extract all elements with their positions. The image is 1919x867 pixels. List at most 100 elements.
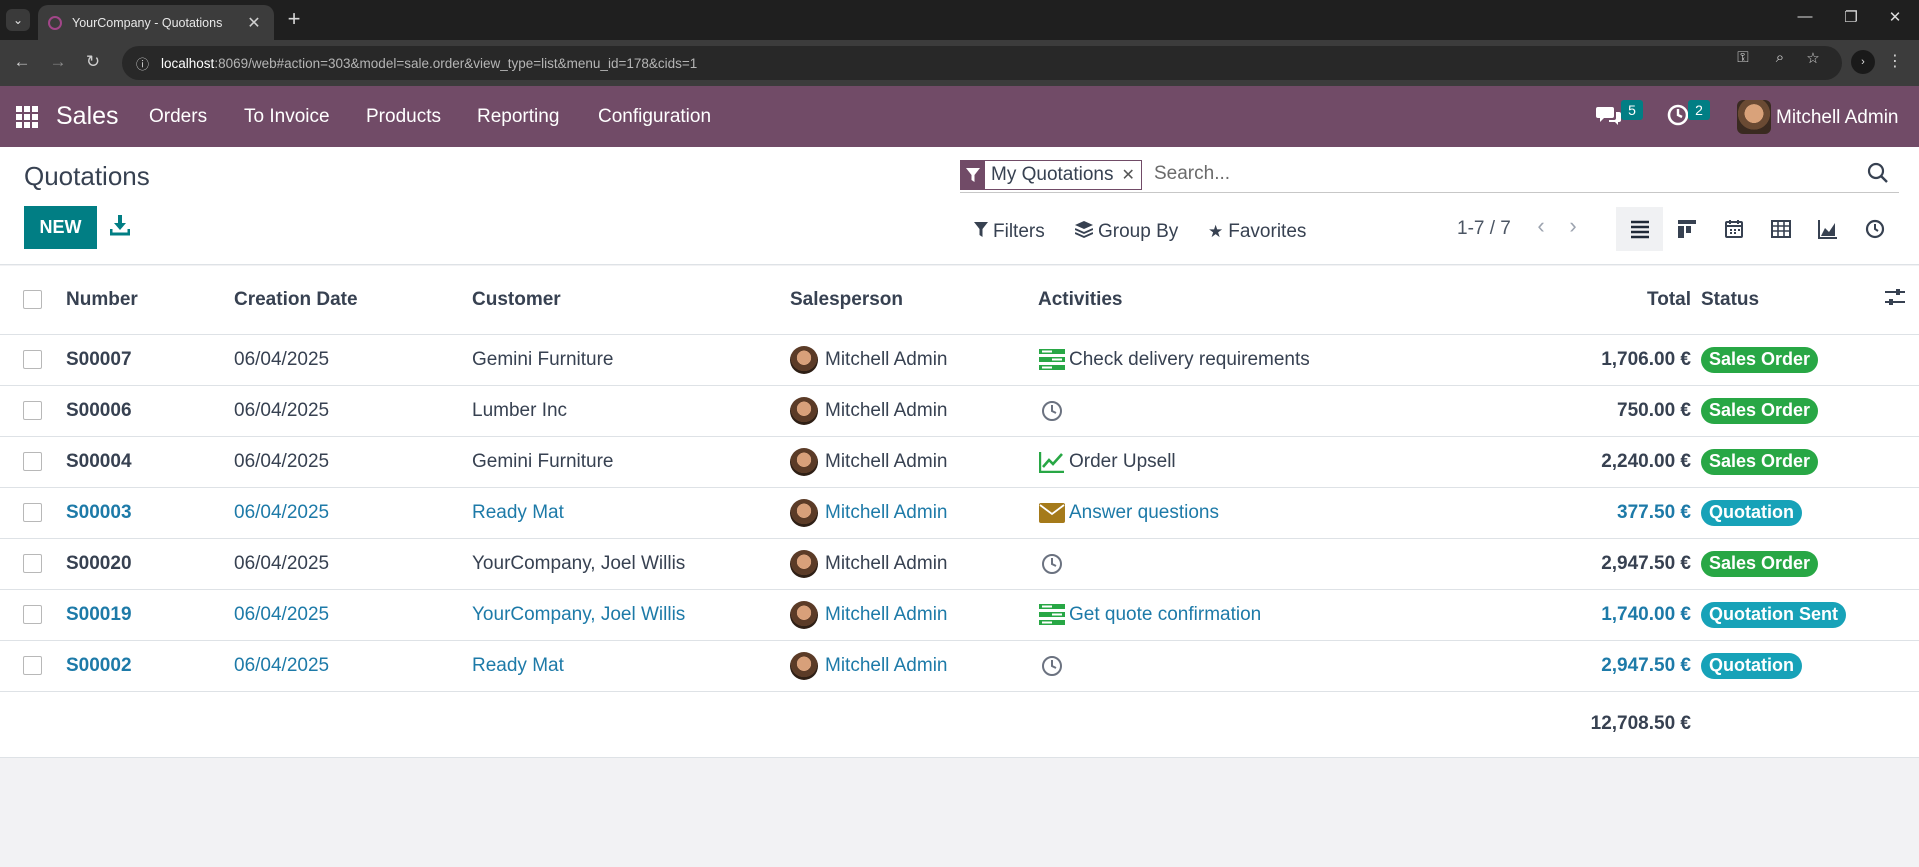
cell-salesperson[interactable]: Mitchell Admin <box>790 651 1038 680</box>
call-todo-icon[interactable] <box>1038 603 1066 627</box>
user-name[interactable]: Mitchell Admin <box>1776 107 1899 129</box>
clock-icon[interactable] <box>1038 399 1066 423</box>
graph-view-icon[interactable] <box>1804 207 1851 251</box>
upsell-chart-icon[interactable] <box>1038 450 1066 474</box>
table-row[interactable]: S00019 06/04/2025 YourCompany, Joel Willis… <box>0 589 1919 641</box>
list-view-icon[interactable] <box>1616 207 1663 251</box>
cell-number[interactable]: S00004 <box>66 436 234 488</box>
cell-salesperson[interactable]: Mitchell Admin <box>790 345 1038 374</box>
window-close-icon[interactable]: ✕ <box>1883 8 1907 26</box>
col-status[interactable]: Status <box>1701 266 1859 335</box>
zoom-icon[interactable]: ⌕ <box>1770 49 1790 66</box>
cell-salesperson[interactable]: Mitchell Admin <box>790 447 1038 476</box>
optional-columns-toggle[interactable] <box>1859 266 1919 335</box>
page-title[interactable]: Quotations <box>24 161 150 192</box>
bookmark-star-icon[interactable]: ☆ <box>1803 49 1823 67</box>
cell-number[interactable]: S00006 <box>66 385 234 437</box>
cell-number[interactable]: S00019 <box>66 589 234 641</box>
cell-creation-date[interactable]: 06/04/2025 <box>234 334 472 386</box>
cell-total[interactable]: 750.00 € <box>1438 385 1701 437</box>
cell-total[interactable]: 2,947.50 € <box>1438 640 1701 692</box>
envelope-icon[interactable] <box>1038 501 1066 525</box>
row-checkbox[interactable] <box>23 605 42 624</box>
cell-creation-date[interactable]: 06/04/2025 <box>234 640 472 692</box>
row-checkbox[interactable] <box>23 503 42 522</box>
menu-to-invoice[interactable]: To Invoice <box>244 106 330 128</box>
activities-button[interactable] <box>1667 104 1689 131</box>
reload-icon[interactable]: ↻ <box>82 52 104 72</box>
cell-creation-date[interactable]: 06/04/2025 <box>234 436 472 488</box>
cell-activity[interactable]: Get quote confirmation <box>1038 603 1438 627</box>
col-number[interactable]: Number <box>66 266 234 335</box>
browser-tab[interactable]: YourCompany - Quotations ✕ <box>38 5 274 40</box>
user-avatar[interactable] <box>1737 100 1771 134</box>
col-customer[interactable]: Customer <box>472 266 790 335</box>
password-key-icon[interactable]: ⚿ <box>1733 49 1753 66</box>
groupby-toggle[interactable]: Group By <box>1074 221 1178 243</box>
call-todo-icon[interactable] <box>1038 348 1066 372</box>
col-creation-date[interactable]: Creation Date <box>234 266 472 335</box>
forward-icon[interactable]: → <box>47 52 69 72</box>
pager-next-icon[interactable]: › <box>1563 213 1583 239</box>
restore-icon[interactable]: ❐ <box>1839 8 1863 26</box>
kanban-view-icon[interactable] <box>1663 207 1710 251</box>
col-salesperson[interactable]: Salesperson <box>790 266 1038 335</box>
table-row[interactable]: S00007 06/04/2025 Gemini Furniture Mitchell… <box>0 334 1919 386</box>
messaging-button[interactable] <box>1596 104 1622 133</box>
cell-customer[interactable]: Ready Mat <box>472 640 790 692</box>
cell-activity[interactable] <box>1038 399 1438 423</box>
download-icon[interactable] <box>109 214 132 238</box>
minimize-icon[interactable]: — <box>1793 8 1817 25</box>
menu-configuration[interactable]: Configuration <box>598 106 711 128</box>
filters-toggle[interactable]: Filters <box>974 221 1045 243</box>
cell-activity[interactable] <box>1038 552 1438 576</box>
cell-customer[interactable]: Ready Mat <box>472 487 790 539</box>
cell-customer[interactable]: YourCompany, Joel Willis <box>472 538 790 590</box>
cell-salesperson[interactable]: Mitchell Admin <box>790 498 1038 527</box>
cell-creation-date[interactable]: 06/04/2025 <box>234 589 472 641</box>
table-row[interactable]: S00003 06/04/2025 Ready Mat Mitchell Admin A… <box>0 487 1919 539</box>
pager-value[interactable]: 1-7 / 7 <box>1457 218 1511 240</box>
table-row[interactable]: S00020 06/04/2025 YourCompany, Joel Willis… <box>0 538 1919 590</box>
table-row[interactable]: S00006 06/04/2025 Lumber Inc Mitchell Admin… <box>0 385 1919 437</box>
row-checkbox[interactable] <box>23 554 42 573</box>
cell-activity[interactable]: Check delivery requirements <box>1038 348 1438 372</box>
cell-total[interactable]: 1,740.00 € <box>1438 589 1701 641</box>
clock-icon[interactable] <box>1038 654 1066 678</box>
select-all-checkbox[interactable] <box>23 290 42 310</box>
cell-customer[interactable]: Gemini Furniture <box>472 436 790 488</box>
cell-number[interactable]: S00007 <box>66 334 234 386</box>
menu-orders[interactable]: Orders <box>149 106 207 128</box>
new-tab-button[interactable]: + <box>282 8 306 32</box>
row-checkbox[interactable] <box>23 401 42 420</box>
cell-activity[interactable] <box>1038 654 1438 678</box>
favorites-toggle[interactable]: ★ Favorites <box>1208 221 1306 243</box>
cell-customer[interactable]: Gemini Furniture <box>472 334 790 386</box>
search-icon[interactable] <box>1867 162 1889 184</box>
cell-salesperson[interactable]: Mitchell Admin <box>790 549 1038 578</box>
cell-customer[interactable]: Lumber Inc <box>472 385 790 437</box>
tab-close-icon[interactable]: ✕ <box>244 13 264 33</box>
clock-icon[interactable] <box>1038 552 1066 576</box>
row-checkbox[interactable] <box>23 350 42 369</box>
cell-salesperson[interactable]: Mitchell Admin <box>790 396 1038 425</box>
facet-remove-icon[interactable]: ✕ <box>1119 161 1141 189</box>
address-bar[interactable]: ⓘ localhost:8069/web#action=303&model=sa… <box>122 46 1842 80</box>
activity-view-icon[interactable] <box>1851 207 1898 251</box>
col-total[interactable]: Total <box>1438 266 1701 335</box>
calendar-view-icon[interactable] <box>1710 207 1757 251</box>
pivot-view-icon[interactable] <box>1757 207 1804 251</box>
pager-previous-icon[interactable]: ‹ <box>1531 213 1551 239</box>
cell-creation-date[interactable]: 06/04/2025 <box>234 538 472 590</box>
tab-search-button[interactable]: ⌄ <box>6 9 30 31</box>
cell-total[interactable]: 377.50 € <box>1438 487 1701 539</box>
cell-total[interactable]: 1,706.00 € <box>1438 334 1701 386</box>
cell-total[interactable]: 2,240.00 € <box>1438 436 1701 488</box>
app-grid-icon[interactable] <box>16 106 38 128</box>
extension-icon[interactable]: › <box>1851 50 1875 74</box>
new-button[interactable]: NEW <box>24 206 97 249</box>
search-input[interactable] <box>1154 159 1834 189</box>
site-info-icon[interactable]: ⓘ <box>136 54 149 73</box>
back-icon[interactable]: ← <box>11 52 33 72</box>
menu-reporting[interactable]: Reporting <box>477 106 559 128</box>
